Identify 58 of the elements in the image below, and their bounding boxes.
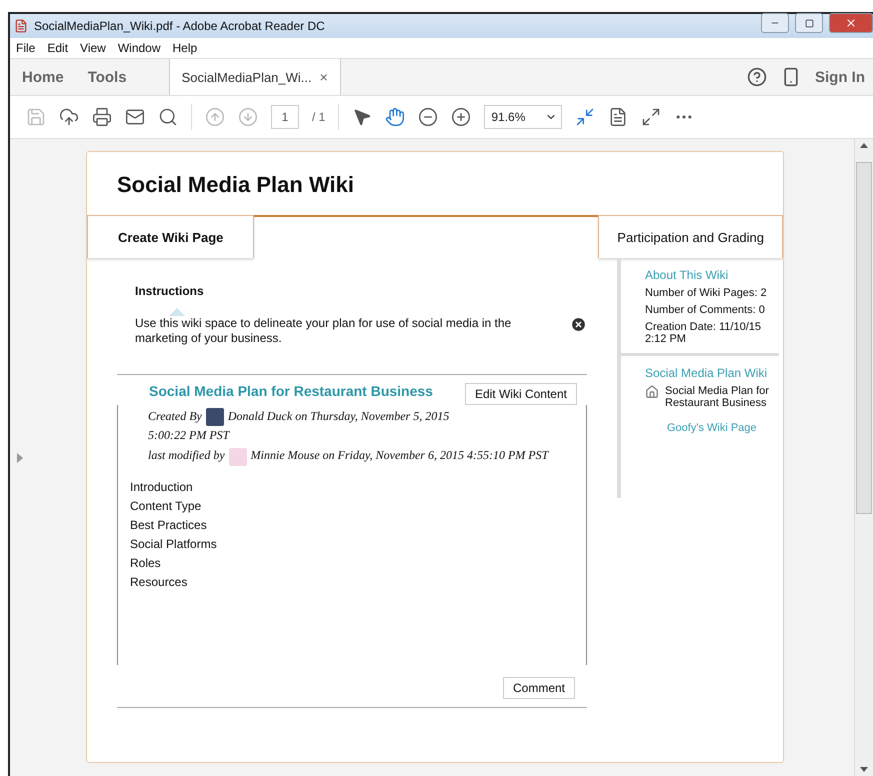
page-number-field[interactable]: 1 bbox=[271, 105, 299, 129]
sign-in-link[interactable]: Sign In bbox=[815, 68, 865, 86]
wiki-title: Social Media Plan Wiki bbox=[116, 171, 355, 199]
nav-tab[interactable]: Home bbox=[10, 59, 76, 95]
menu-item[interactable]: View bbox=[80, 41, 106, 55]
about-heading: About This Wiki bbox=[645, 268, 730, 282]
close-icon[interactable] bbox=[570, 316, 587, 333]
menu-item[interactable]: File bbox=[16, 41, 36, 55]
help-icon[interactable] bbox=[747, 67, 767, 87]
wiki-stat: Number of Comments: 0 bbox=[645, 304, 766, 316]
menu-item[interactable]: Edit bbox=[47, 41, 68, 55]
comment-button[interactable]: Comment bbox=[502, 677, 575, 699]
instructions-heading: Instructions bbox=[135, 284, 205, 298]
section-heading: Resources bbox=[130, 574, 188, 588]
modified-by-text: last modified by Minnie Mouse on Friday, November 6, 2015 4:55:10 PM PST bbox=[118, 444, 586, 466]
zoom-in-icon[interactable] bbox=[451, 107, 472, 127]
instructions-text: Use this wiki space to delineate your plan for use of social media in the marketing of your business. bbox=[135, 316, 512, 346]
nav-tab[interactable]: Tools bbox=[76, 59, 139, 95]
edit-wiki-content-button[interactable]: Edit Wiki Content bbox=[464, 383, 577, 405]
cloud-upload-icon[interactable] bbox=[59, 107, 79, 127]
hand-icon[interactable] bbox=[385, 107, 406, 127]
home-icon bbox=[645, 385, 659, 399]
search-icon[interactable] bbox=[158, 107, 178, 127]
mail-icon[interactable] bbox=[125, 107, 145, 127]
scroll-down-arrow-icon[interactable] bbox=[860, 767, 868, 772]
pointer-icon[interactable] bbox=[352, 107, 372, 127]
menu-item[interactable]: Help bbox=[172, 41, 198, 55]
section-heading: Social Platforms bbox=[130, 536, 218, 550]
section-heading: Roles bbox=[130, 556, 162, 570]
avatar-icon bbox=[228, 448, 247, 466]
scroll-thumb[interactable] bbox=[856, 162, 872, 514]
full-screen-icon[interactable] bbox=[641, 107, 662, 127]
section-heading: Best Practices bbox=[130, 518, 208, 532]
scroll-up-arrow-icon[interactable] bbox=[860, 143, 868, 148]
close-button[interactable] bbox=[829, 13, 873, 33]
print-icon[interactable] bbox=[92, 107, 112, 127]
pdf-icon bbox=[14, 19, 28, 33]
page-tab[interactable]: Create Wiki Page bbox=[87, 215, 254, 258]
avatar-icon bbox=[206, 408, 224, 426]
close-icon bbox=[845, 17, 857, 29]
section-heading: Introduction bbox=[130, 480, 194, 494]
wiki-heading: Social Media Plan Wiki bbox=[645, 366, 768, 380]
wiki-page-link[interactable]: Social Media Plan for Restaurant Business bbox=[665, 385, 779, 409]
left-arrow-icon[interactable] bbox=[17, 452, 23, 462]
maximize-icon bbox=[804, 18, 814, 28]
zoom-out-icon[interactable] bbox=[418, 107, 438, 127]
section-heading: Content Type bbox=[130, 498, 202, 512]
close-tab-button[interactable]: × bbox=[320, 69, 328, 85]
scrollbar[interactable] bbox=[854, 139, 873, 776]
nav-tab[interactable]: SocialMediaPlan_Wi... × bbox=[168, 59, 341, 95]
page-total: / 1 bbox=[312, 110, 326, 124]
window-title: SocialMediaPlan_Wiki.pdf - Adobe Acrobat Reader DC bbox=[34, 19, 326, 33]
wiki-stat: Number of Wiki Pages: 2 bbox=[645, 287, 768, 299]
zoom-dropdown[interactable]: 91.6% bbox=[484, 105, 562, 129]
maximize-button[interactable] bbox=[795, 13, 823, 33]
wiki-stat: Creation Date: 11/10/15 2:12 PM bbox=[645, 321, 762, 345]
menu-item[interactable]: Window bbox=[118, 41, 161, 55]
page-tab[interactable]: Participation and Grading bbox=[598, 215, 783, 258]
